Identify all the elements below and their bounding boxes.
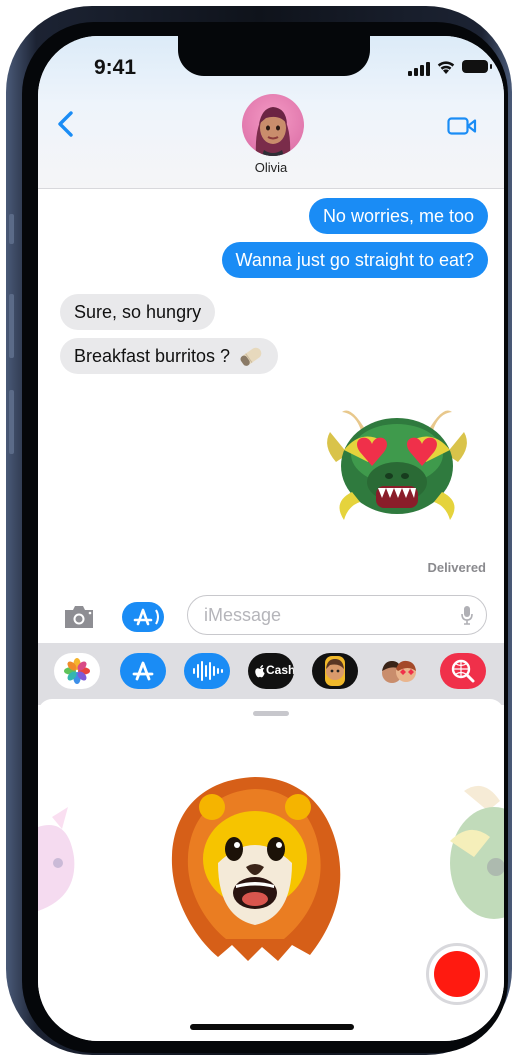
- audio-message-app-button[interactable]: [184, 653, 230, 689]
- contact-name[interactable]: Olivia: [38, 160, 504, 175]
- battery-icon: [462, 60, 492, 73]
- cellular-signal-icon: [408, 62, 430, 76]
- memoji-drawer: [38, 699, 504, 1041]
- app-store-icon: [133, 608, 159, 626]
- memoji-icon: [325, 656, 345, 686]
- memoji-stickers-app-button[interactable]: [376, 653, 422, 689]
- imessage-field[interactable]: [187, 595, 487, 635]
- photos-app-button[interactable]: [54, 653, 100, 689]
- dragon-memoji-heart-eyes-icon[interactable]: [322, 392, 472, 532]
- message-text: Breakfast burritos ?: [74, 346, 231, 366]
- screen: 9:41 Olivia No worries, me too Wanna jus…: [38, 36, 504, 1041]
- imessage-input[interactable]: [202, 596, 446, 635]
- home-indicator: [190, 1024, 354, 1030]
- dragon-memoji-icon[interactable]: [444, 781, 504, 931]
- incoming-message-bubble[interactable]: Sure, so hungry: [60, 294, 216, 330]
- apple-cash-label: Cash: [266, 663, 294, 677]
- memoji-stickers-icon: [382, 660, 416, 683]
- audio-message-icon: [193, 661, 223, 681]
- apple-cash-app-button[interactable]: Cash: [248, 653, 294, 689]
- lion-memoji-icon[interactable]: [162, 767, 348, 963]
- app-store-icon: [132, 661, 154, 681]
- drawer-grabber[interactable]: [253, 711, 289, 716]
- notch: [178, 36, 370, 76]
- volume-down-button: [9, 390, 14, 454]
- facetime-video-icon[interactable]: [447, 116, 477, 136]
- unicorn-memoji-icon[interactable]: [38, 807, 78, 917]
- apple-logo-icon: [255, 665, 265, 678]
- contact-avatar[interactable]: [242, 94, 304, 156]
- mute-switch: [9, 214, 14, 244]
- imessage-app-strip: Cash: [38, 643, 504, 705]
- incoming-message-bubble[interactable]: Breakfast burritos ?: [60, 338, 279, 374]
- microphone-icon[interactable]: [460, 605, 474, 625]
- outgoing-message-bubble[interactable]: Wanna just go straight to eat?: [221, 242, 488, 278]
- conversation-header: 9:41 Olivia: [38, 36, 504, 189]
- record-button[interactable]: [426, 943, 488, 1005]
- burrito-emoji-icon: [240, 347, 262, 366]
- web-images-search-icon: [451, 659, 475, 683]
- delivered-status: Delivered: [427, 560, 486, 575]
- outgoing-message-bubble[interactable]: No worries, me too: [308, 198, 488, 234]
- app-store-drawer-button[interactable]: [122, 602, 164, 632]
- memoji-app-button[interactable]: [312, 653, 358, 689]
- phone-frame: 9:41 Olivia No worries, me too Wanna jus…: [6, 6, 512, 1055]
- memoji-avatar-icon: [255, 107, 291, 156]
- status-time: 9:41: [94, 56, 137, 79]
- web-images-app-button[interactable]: [440, 653, 486, 689]
- wifi-icon: [437, 61, 455, 74]
- volume-up-button: [9, 294, 14, 358]
- camera-icon[interactable]: [62, 604, 96, 630]
- app-store-app-button[interactable]: [120, 653, 166, 689]
- photos-icon: [64, 658, 90, 684]
- back-chevron-icon[interactable]: [56, 110, 76, 138]
